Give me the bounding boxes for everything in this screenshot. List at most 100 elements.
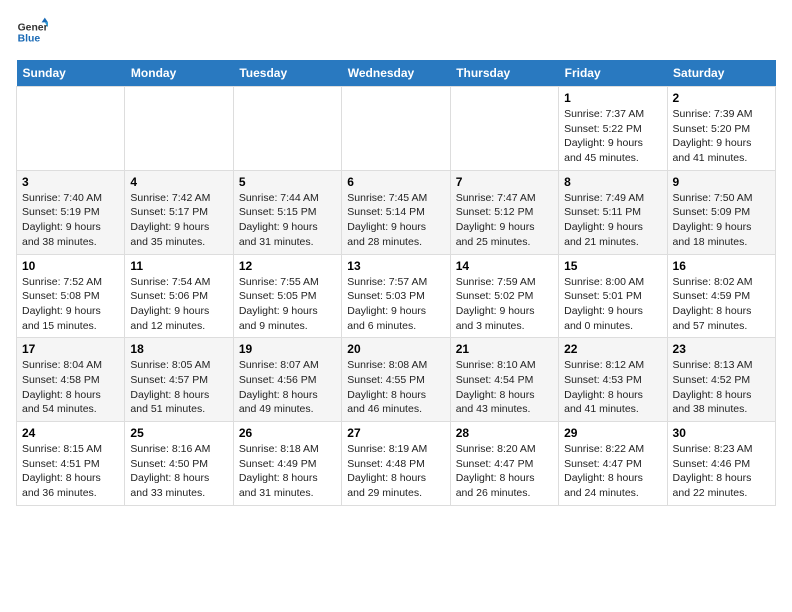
day-info: Sunrise: 7:42 AM Sunset: 5:17 PM Dayligh… [130, 191, 227, 250]
day-number: 29 [564, 426, 661, 440]
calendar-cell [125, 87, 233, 171]
svg-text:General: General [18, 22, 48, 33]
column-header-sunday: Sunday [17, 60, 125, 87]
calendar-cell [17, 87, 125, 171]
day-info: Sunrise: 7:55 AM Sunset: 5:05 PM Dayligh… [239, 275, 336, 334]
day-info: Sunrise: 8:18 AM Sunset: 4:49 PM Dayligh… [239, 442, 336, 501]
day-info: Sunrise: 8:22 AM Sunset: 4:47 PM Dayligh… [564, 442, 661, 501]
day-number: 10 [22, 259, 119, 273]
day-info: Sunrise: 7:50 AM Sunset: 5:09 PM Dayligh… [673, 191, 770, 250]
day-number: 21 [456, 342, 553, 356]
calendar-cell: 11 Sunrise: 7:54 AM Sunset: 5:06 PM Dayli… [125, 254, 233, 338]
day-info: Sunrise: 7:40 AM Sunset: 5:19 PM Dayligh… [22, 191, 119, 250]
calendar-cell [450, 87, 558, 171]
day-info: Sunrise: 8:08 AM Sunset: 4:55 PM Dayligh… [347, 358, 444, 417]
day-number: 1 [564, 91, 661, 105]
calendar-cell: 14 Sunrise: 7:59 AM Sunset: 5:02 PM Dayli… [450, 254, 558, 338]
calendar-table: SundayMondayTuesdayWednesdayThursdayFrid… [16, 60, 776, 506]
day-number: 14 [456, 259, 553, 273]
calendar-cell: 20 Sunrise: 8:08 AM Sunset: 4:55 PM Dayli… [342, 338, 450, 422]
day-number: 3 [22, 175, 119, 189]
column-header-friday: Friday [559, 60, 667, 87]
calendar-cell: 15 Sunrise: 8:00 AM Sunset: 5:01 PM Dayli… [559, 254, 667, 338]
column-header-tuesday: Tuesday [233, 60, 341, 87]
day-info: Sunrise: 8:20 AM Sunset: 4:47 PM Dayligh… [456, 442, 553, 501]
column-header-monday: Monday [125, 60, 233, 87]
day-info: Sunrise: 8:05 AM Sunset: 4:57 PM Dayligh… [130, 358, 227, 417]
day-number: 8 [564, 175, 661, 189]
day-info: Sunrise: 7:52 AM Sunset: 5:08 PM Dayligh… [22, 275, 119, 334]
day-number: 12 [239, 259, 336, 273]
calendar-week-3: 10 Sunrise: 7:52 AM Sunset: 5:08 PM Dayli… [17, 254, 776, 338]
calendar-cell: 8 Sunrise: 7:49 AM Sunset: 5:11 PM Daylig… [559, 170, 667, 254]
day-number: 27 [347, 426, 444, 440]
calendar-cell: 5 Sunrise: 7:44 AM Sunset: 5:15 PM Daylig… [233, 170, 341, 254]
day-number: 20 [347, 342, 444, 356]
day-number: 22 [564, 342, 661, 356]
day-info: Sunrise: 7:57 AM Sunset: 5:03 PM Dayligh… [347, 275, 444, 334]
day-number: 24 [22, 426, 119, 440]
calendar-cell: 29 Sunrise: 8:22 AM Sunset: 4:47 PM Dayli… [559, 422, 667, 506]
column-header-thursday: Thursday [450, 60, 558, 87]
day-info: Sunrise: 8:16 AM Sunset: 4:50 PM Dayligh… [130, 442, 227, 501]
day-number: 7 [456, 175, 553, 189]
calendar-week-1: 1Sunrise: 7:37 AM Sunset: 5:22 PM Daylig… [17, 87, 776, 171]
calendar-cell [233, 87, 341, 171]
calendar-cell: 17Sunrise: 8:04 AM Sunset: 4:58 PM Dayli… [17, 338, 125, 422]
calendar-week-4: 17Sunrise: 8:04 AM Sunset: 4:58 PM Dayli… [17, 338, 776, 422]
calendar-cell: 13 Sunrise: 7:57 AM Sunset: 5:03 PM Dayli… [342, 254, 450, 338]
day-info: Sunrise: 8:15 AM Sunset: 4:51 PM Dayligh… [22, 442, 119, 501]
day-info: Sunrise: 7:49 AM Sunset: 5:11 PM Dayligh… [564, 191, 661, 250]
calendar-cell: 21 Sunrise: 8:10 AM Sunset: 4:54 PM Dayli… [450, 338, 558, 422]
day-number: 23 [673, 342, 770, 356]
day-number: 28 [456, 426, 553, 440]
day-number: 5 [239, 175, 336, 189]
day-number: 19 [239, 342, 336, 356]
calendar-week-5: 24 Sunrise: 8:15 AM Sunset: 4:51 PM Dayli… [17, 422, 776, 506]
day-number: 2 [673, 91, 770, 105]
calendar-cell: 28 Sunrise: 8:20 AM Sunset: 4:47 PM Dayli… [450, 422, 558, 506]
day-info: Sunrise: 8:13 AM Sunset: 4:52 PM Dayligh… [673, 358, 770, 417]
day-number: 13 [347, 259, 444, 273]
calendar-cell: 19 Sunrise: 8:07 AM Sunset: 4:56 PM Dayli… [233, 338, 341, 422]
day-info: Sunrise: 8:07 AM Sunset: 4:56 PM Dayligh… [239, 358, 336, 417]
calendar-cell: 3 Sunrise: 7:40 AM Sunset: 5:19 PM Daylig… [17, 170, 125, 254]
day-info: Sunrise: 8:23 AM Sunset: 4:46 PM Dayligh… [673, 442, 770, 501]
day-number: 16 [673, 259, 770, 273]
calendar-cell: 25 Sunrise: 8:16 AM Sunset: 4:50 PM Dayli… [125, 422, 233, 506]
calendar-cell: 2 Sunrise: 7:39 AM Sunset: 5:20 PM Daylig… [667, 87, 775, 171]
day-info: Sunrise: 8:19 AM Sunset: 4:48 PM Dayligh… [347, 442, 444, 501]
calendar-cell: 16Sunrise: 8:02 AM Sunset: 4:59 PM Dayli… [667, 254, 775, 338]
day-number: 26 [239, 426, 336, 440]
calendar-cell: 26 Sunrise: 8:18 AM Sunset: 4:49 PM Dayli… [233, 422, 341, 506]
svg-text:Blue: Blue [18, 34, 41, 45]
day-number: 4 [130, 175, 227, 189]
calendar-cell: 10 Sunrise: 7:52 AM Sunset: 5:08 PM Dayli… [17, 254, 125, 338]
day-info: Sunrise: 7:39 AM Sunset: 5:20 PM Dayligh… [673, 107, 770, 166]
calendar-cell: 4 Sunrise: 7:42 AM Sunset: 5:17 PM Daylig… [125, 170, 233, 254]
day-number: 30 [673, 426, 770, 440]
calendar-cell: 18 Sunrise: 8:05 AM Sunset: 4:57 PM Dayli… [125, 338, 233, 422]
day-number: 18 [130, 342, 227, 356]
day-info: Sunrise: 8:10 AM Sunset: 4:54 PM Dayligh… [456, 358, 553, 417]
calendar-cell [342, 87, 450, 171]
calendar-cell: 1Sunrise: 7:37 AM Sunset: 5:22 PM Daylig… [559, 87, 667, 171]
calendar-cell: 23 Sunrise: 8:13 AM Sunset: 4:52 PM Dayli… [667, 338, 775, 422]
day-number: 9 [673, 175, 770, 189]
day-number: 11 [130, 259, 227, 273]
day-number: 6 [347, 175, 444, 189]
logo: General Blue [16, 16, 48, 48]
calendar-cell: 30 Sunrise: 8:23 AM Sunset: 4:46 PM Dayli… [667, 422, 775, 506]
day-number: 17 [22, 342, 119, 356]
day-info: Sunrise: 7:54 AM Sunset: 5:06 PM Dayligh… [130, 275, 227, 334]
day-info: Sunrise: 7:45 AM Sunset: 5:14 PM Dayligh… [347, 191, 444, 250]
day-number: 25 [130, 426, 227, 440]
calendar-cell: 22Sunrise: 8:12 AM Sunset: 4:53 PM Dayli… [559, 338, 667, 422]
day-info: Sunrise: 7:59 AM Sunset: 5:02 PM Dayligh… [456, 275, 553, 334]
column-header-wednesday: Wednesday [342, 60, 450, 87]
day-number: 15 [564, 259, 661, 273]
calendar-cell: 7Sunrise: 7:47 AM Sunset: 5:12 PM Daylig… [450, 170, 558, 254]
day-info: Sunrise: 8:00 AM Sunset: 5:01 PM Dayligh… [564, 275, 661, 334]
column-header-saturday: Saturday [667, 60, 775, 87]
day-info: Sunrise: 7:44 AM Sunset: 5:15 PM Dayligh… [239, 191, 336, 250]
